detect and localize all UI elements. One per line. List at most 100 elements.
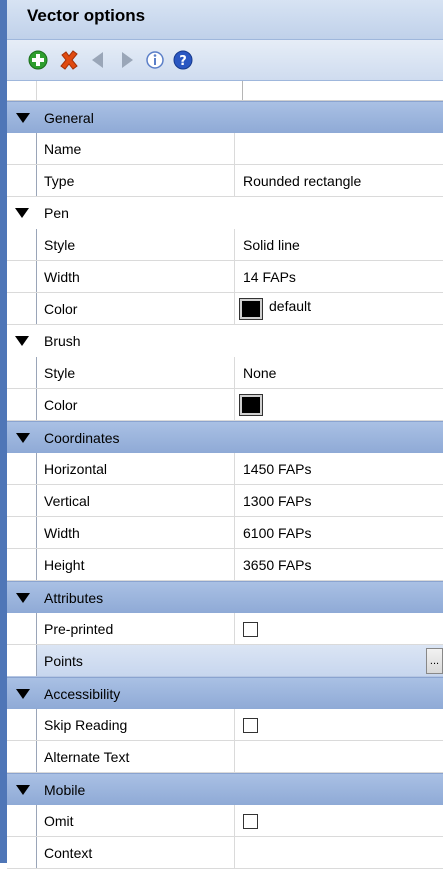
property-value-cell[interactable]: 1450 FAPs	[234, 453, 443, 484]
property-row-brush-color[interactable]: Color	[7, 389, 443, 421]
section-coordinates[interactable]: Coordinates	[7, 421, 443, 453]
property-value: 6100 FAPs	[243, 525, 312, 541]
property-row-width[interactable]: Width 6100 FAPs	[7, 517, 443, 549]
row-gutter	[7, 549, 37, 580]
next-icon[interactable]	[117, 50, 137, 70]
property-label: Vertical	[44, 493, 90, 509]
property-label: Color	[44, 397, 78, 413]
property-value-cell[interactable]	[234, 709, 443, 740]
property-label: Height	[44, 557, 85, 573]
property-value-cell[interactable]: None	[234, 357, 443, 388]
property-value-cell[interactable]: Solid line	[234, 229, 443, 260]
property-value-cell[interactable]	[234, 837, 443, 868]
property-row-alternate-text[interactable]: Alternate Text	[7, 741, 443, 773]
row-gutter	[7, 485, 37, 516]
subsection-label: Pen	[44, 205, 69, 221]
row-gutter	[7, 389, 37, 420]
skip-reading-checkbox[interactable]	[243, 718, 258, 733]
section-mobile[interactable]: Mobile	[7, 773, 443, 805]
color-swatch[interactable]	[239, 298, 263, 320]
property-value-cell[interactable]: 14 FAPs	[234, 261, 443, 292]
omit-checkbox[interactable]	[243, 814, 258, 829]
info-icon[interactable]	[145, 50, 165, 70]
collapse-icon[interactable]	[16, 113, 30, 123]
section-general[interactable]: General	[7, 101, 443, 133]
points-ellipsis-button[interactable]: ...	[426, 648, 443, 674]
property-value-cell[interactable]	[234, 805, 443, 836]
property-value-cell[interactable]: 6100 FAPs	[234, 517, 443, 548]
property-row-brush-style[interactable]: Style None	[7, 357, 443, 389]
subsection-brush[interactable]: Brush	[7, 325, 443, 357]
collapse-icon[interactable]	[15, 208, 29, 218]
property-label: Omit	[44, 813, 74, 829]
delete-icon[interactable]	[59, 50, 79, 70]
property-row-pen-color[interactable]: Color default	[7, 293, 443, 325]
property-label: Width	[44, 269, 80, 285]
property-row-height[interactable]: Height 3650 FAPs	[7, 549, 443, 581]
property-value-cell[interactable]	[234, 133, 443, 164]
property-value: 1300 FAPs	[243, 493, 312, 509]
window-left-border	[0, 0, 7, 863]
property-row-vertical[interactable]: Vertical 1300 FAPs	[7, 485, 443, 517]
collapse-icon[interactable]	[15, 336, 29, 346]
property-row-pen-width[interactable]: Width 14 FAPs	[7, 261, 443, 293]
row-gutter	[7, 357, 37, 388]
add-icon[interactable]	[28, 50, 48, 70]
collapse-icon[interactable]	[16, 785, 30, 795]
property-label: Horizontal	[44, 461, 108, 477]
property-value: 3650 FAPs	[243, 557, 312, 573]
property-value-cell[interactable]: Rounded rectangle	[234, 165, 443, 196]
property-label: Type	[44, 173, 75, 189]
property-label: Name	[44, 141, 82, 157]
property-value-cell[interactable]: 1300 FAPs	[234, 485, 443, 516]
property-row-pen-style[interactable]: Style Solid line	[7, 229, 443, 261]
row-gutter	[7, 613, 37, 644]
subsection-pen[interactable]: Pen	[7, 197, 443, 229]
property-grid: General Name Type Rounded rectangle Pen …	[7, 101, 443, 869]
row-gutter	[7, 453, 37, 484]
row-gutter	[7, 517, 37, 548]
row-gutter	[7, 293, 37, 324]
property-row-name[interactable]: Name	[7, 133, 443, 165]
preprinted-checkbox[interactable]	[243, 622, 258, 637]
collapse-icon[interactable]	[16, 593, 30, 603]
property-row-preprinted[interactable]: Pre-printed	[7, 613, 443, 645]
collapse-icon[interactable]	[16, 433, 30, 443]
property-label: Pre-printed	[44, 621, 114, 637]
section-accessibility[interactable]: Accessibility	[7, 677, 443, 709]
row-gutter	[7, 837, 37, 868]
help-icon[interactable]: ?	[173, 50, 193, 70]
property-label: Style	[44, 365, 76, 381]
subsection-label: Brush	[44, 333, 81, 349]
property-value: 14 FAPs	[243, 269, 296, 285]
property-value: Solid line	[243, 237, 300, 253]
color-swatch[interactable]	[239, 394, 263, 416]
property-row-points[interactable]: Points ...	[7, 645, 443, 677]
property-row-type[interactable]: Type Rounded rectangle	[7, 165, 443, 197]
collapse-icon[interactable]	[16, 689, 30, 699]
section-attributes[interactable]: Attributes	[7, 581, 443, 613]
property-row-horizontal[interactable]: Horizontal 1450 FAPs	[7, 453, 443, 485]
column-header-divider	[36, 81, 243, 100]
section-label: Attributes	[44, 590, 104, 606]
previous-icon[interactable]	[88, 50, 108, 70]
toolbar: ?	[7, 40, 443, 81]
property-value-cell[interactable]: default	[234, 293, 443, 324]
property-label: Style	[44, 237, 76, 253]
property-row-context[interactable]: Context	[7, 837, 443, 869]
property-row-omit[interactable]: Omit	[7, 805, 443, 837]
section-label: Coordinates	[44, 430, 120, 446]
row-gutter	[7, 133, 37, 164]
property-value-cell[interactable]	[234, 741, 443, 772]
section-label: Mobile	[44, 782, 86, 798]
property-label: Color	[44, 301, 78, 317]
property-value: Rounded rectangle	[243, 173, 362, 189]
property-value-cell[interactable]	[234, 389, 443, 420]
property-value-cell[interactable]: 3650 FAPs	[234, 549, 443, 580]
property-value-cell[interactable]	[234, 613, 443, 644]
property-row-skip-reading[interactable]: Skip Reading	[7, 709, 443, 741]
row-gutter	[7, 741, 37, 772]
svg-text:?: ?	[179, 54, 187, 69]
row-gutter	[7, 261, 37, 292]
section-label: Accessibility	[44, 686, 121, 702]
